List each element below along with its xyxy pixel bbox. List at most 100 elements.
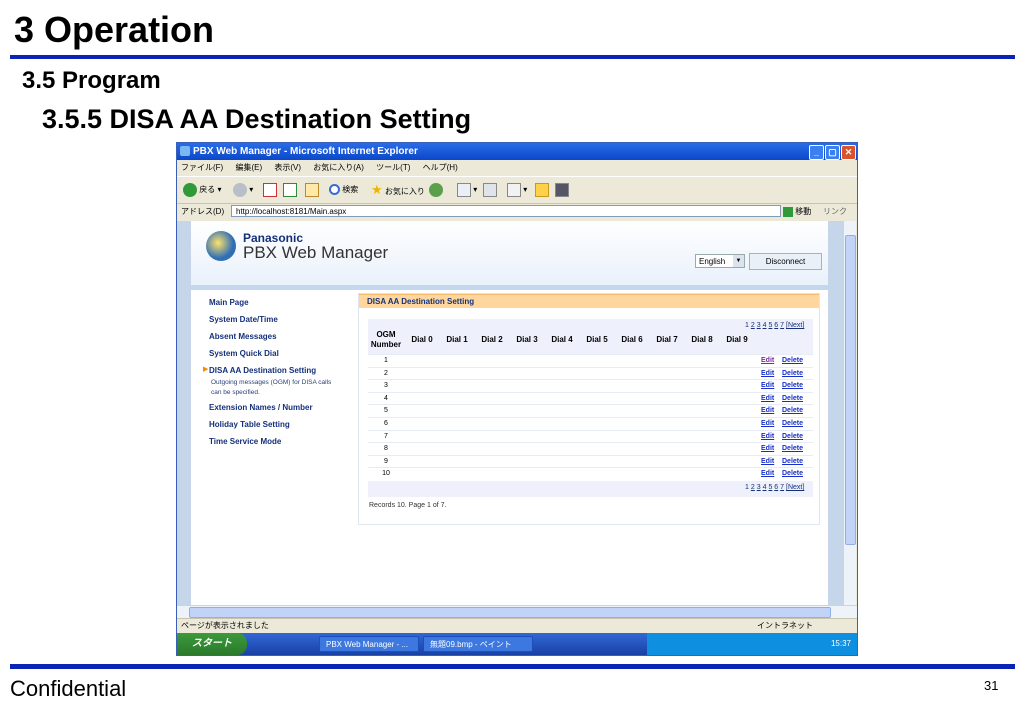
sidebar-item-main-page[interactable]: Main Page — [209, 298, 249, 307]
delete-link[interactable]: Delete — [782, 456, 803, 468]
system-tray: 15:37 — [647, 633, 857, 655]
sidebar-item-system-quick-dial[interactable]: System Quick Dial — [209, 349, 279, 358]
folder-button[interactable] — [535, 182, 549, 198]
edit-link[interactable]: Edit — [761, 431, 774, 443]
go-button[interactable]: 移動 — [783, 205, 811, 218]
title-rule — [10, 55, 1015, 59]
delete-link[interactable]: Delete — [782, 355, 803, 367]
pager-page-3[interactable]: 3 — [757, 484, 761, 491]
menu-file[interactable]: ファイル(F) — [181, 163, 223, 172]
edit-link[interactable]: Edit — [761, 405, 774, 417]
messenger-button[interactable] — [555, 182, 569, 198]
edit-link[interactable]: Edit — [761, 468, 774, 480]
back-button[interactable]: 戻る ▾ — [183, 182, 221, 198]
browser-viewport: Panasonic PBX Web Manager English ▼ Disc… — [177, 221, 843, 605]
pager-page-6[interactable]: 6 — [774, 484, 778, 491]
sidebar-item-absent-messages[interactable]: Absent Messages — [209, 332, 277, 341]
sidebar-item-note: Outgoing messages (OGM) for DISA calls c… — [211, 379, 332, 396]
menu-help[interactable]: ヘルプ(H) — [423, 163, 458, 172]
back-arrow-icon — [183, 182, 197, 197]
forward-arrow-icon — [233, 182, 247, 197]
column-header-dial-5: Dial 5 — [586, 335, 608, 344]
column-header-dial-9: Dial 9 — [726, 335, 748, 344]
url-input[interactable]: http://localhost:8181/Main.aspx — [231, 205, 781, 217]
history-button[interactable] — [429, 182, 443, 198]
horizontal-scrollbar[interactable] — [177, 605, 857, 618]
pager-page-2[interactable]: 2 — [751, 322, 755, 329]
delete-link[interactable]: Delete — [782, 380, 803, 392]
pager-page-4[interactable]: 4 — [763, 322, 767, 329]
sidebar-item-disa-aa-destination[interactable]: DISA AA Destination Setting — [209, 366, 316, 375]
vertical-scroll-thumb[interactable] — [845, 235, 856, 545]
delete-link[interactable]: Delete — [782, 368, 803, 380]
star-icon: ★ — [371, 182, 383, 197]
edit-page-button[interactable]: ▾ — [507, 182, 527, 198]
print-button[interactable] — [483, 182, 497, 198]
sidebar-item-time-service-mode[interactable]: Time Service Mode — [209, 437, 281, 446]
pager-page-4[interactable]: 4 — [763, 484, 767, 491]
forward-button[interactable]: ▾ — [233, 182, 253, 198]
home-button[interactable] — [305, 182, 319, 198]
pager-next[interactable]: [Next] — [786, 484, 804, 491]
edit-link[interactable]: Edit — [761, 456, 774, 468]
pager-page-3[interactable]: 3 — [757, 322, 761, 329]
edit-link[interactable]: Edit — [761, 393, 774, 405]
pager-page-5[interactable]: 5 — [768, 484, 772, 491]
column-header-dial-1: Dial 1 — [446, 335, 468, 344]
mail-button[interactable]: ▾ — [457, 182, 477, 198]
delete-link[interactable]: Delete — [782, 393, 803, 405]
disconnect-button[interactable]: Disconnect — [749, 253, 822, 270]
edit-link[interactable]: Edit — [761, 443, 774, 455]
favorites-button[interactable]: ★ お気に入り — [371, 182, 425, 198]
table-row: 10 Edit Delete — [368, 467, 813, 481]
horizontal-scroll-thumb[interactable] — [189, 607, 831, 618]
stop-button[interactable] — [263, 182, 277, 198]
vertical-scrollbar[interactable] — [843, 221, 856, 605]
language-select[interactable]: English ▼ — [695, 254, 745, 268]
disa-settings-panel: DISA AA Destination Setting 1 2 3 4 5 6 … — [358, 293, 820, 525]
start-button[interactable]: スタート — [177, 633, 247, 655]
sidebar-item-holiday-table[interactable]: Holiday Table Setting — [209, 420, 290, 429]
taskbar: スタート PBX Web Manager - ... 無題09.bmp - ペイ… — [177, 633, 857, 655]
menu-favorites[interactable]: お気に入り(A) — [313, 163, 364, 172]
edit-link[interactable]: Edit — [761, 380, 774, 392]
edit-link[interactable]: Edit — [761, 418, 774, 430]
delete-link[interactable]: Delete — [782, 405, 803, 417]
product-name: PBX Web Manager — [243, 243, 389, 262]
pager-page-6[interactable]: 6 — [774, 322, 778, 329]
edit-link[interactable]: Edit — [761, 355, 774, 367]
address-label: アドレス(D) — [181, 207, 225, 216]
ogm-number: 7 — [384, 432, 388, 440]
ogm-number: 1 — [384, 357, 388, 364]
menu-bar: ファイル(F) 編集(E) 表示(V) お気に入り(A) ツール(T) ヘルプ(… — [177, 160, 857, 176]
refresh-button[interactable] — [283, 182, 297, 198]
delete-link[interactable]: Delete — [782, 418, 803, 430]
pager-page-7[interactable]: 7 — [780, 484, 784, 491]
taskbar-item-paint[interactable]: 無題09.bmp - ペイント — [423, 636, 533, 652]
menu-edit[interactable]: 編集(E) — [235, 163, 262, 172]
pager-page-7[interactable]: 7 — [780, 322, 784, 329]
maximize-icon[interactable]: ▢ — [825, 145, 840, 160]
pager-next[interactable]: [Next] — [786, 322, 804, 329]
close-icon[interactable]: ✕ — [841, 145, 856, 160]
menu-tools[interactable]: ツール(T) — [376, 163, 410, 172]
delete-link[interactable]: Delete — [782, 468, 803, 480]
taskbar-item-ie[interactable]: PBX Web Manager - ... — [319, 636, 419, 652]
records-summary: Records 10. Page 1 of 7. — [369, 502, 447, 509]
clock: 15:37 — [830, 639, 851, 648]
delete-link[interactable]: Delete — [782, 443, 803, 455]
minimize-icon[interactable]: _ — [809, 145, 824, 160]
subsection-heading: 3.5.5 DISA AA Destination Setting — [42, 104, 472, 134]
sidebar-item-system-date-time[interactable]: System Date/Time — [209, 315, 278, 324]
links-label[interactable]: リンク — [823, 203, 847, 220]
sidebar-item-extension-names[interactable]: Extension Names / Number — [209, 403, 313, 412]
pager-page-5[interactable]: 5 — [768, 322, 772, 329]
menu-view[interactable]: 表示(V) — [274, 163, 301, 172]
pager-bottom: 1 2 3 4 5 6 7 [Next] — [745, 484, 804, 491]
messenger-icon — [555, 182, 569, 197]
pager-page-2[interactable]: 2 — [751, 484, 755, 491]
table-row: 5 Edit Delete — [368, 404, 813, 418]
search-button[interactable]: 検索 — [329, 182, 358, 198]
edit-link[interactable]: Edit — [761, 368, 774, 380]
delete-link[interactable]: Delete — [782, 431, 803, 443]
